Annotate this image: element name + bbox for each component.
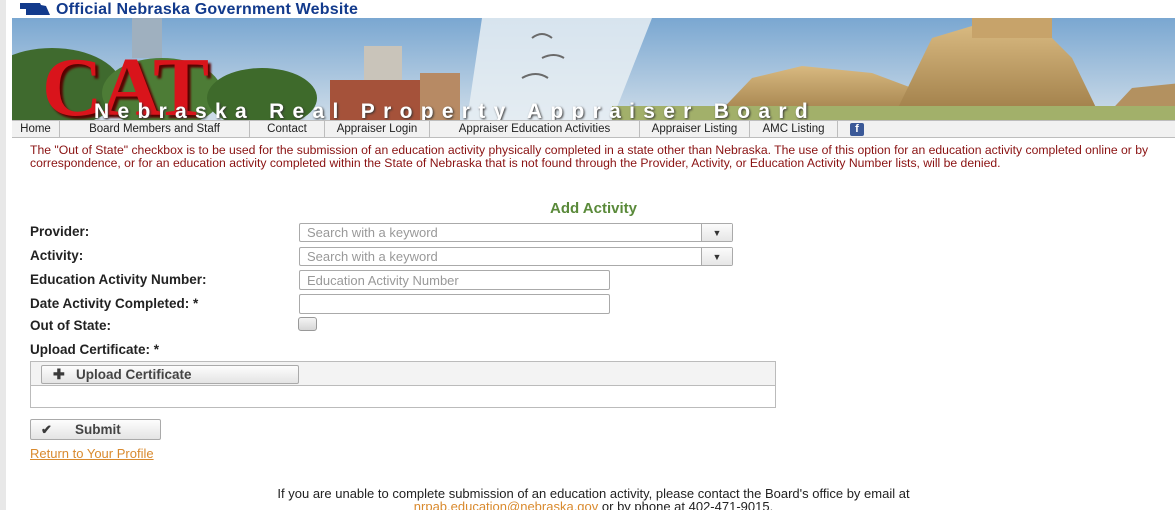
nav-amc-listing[interactable]: AMC Listing bbox=[750, 121, 838, 138]
activity-placeholder: Search with a keyword bbox=[307, 249, 438, 264]
activity-number-placeholder: Education Activity Number bbox=[307, 273, 459, 288]
chevron-down-icon[interactable]: ▼ bbox=[701, 248, 732, 265]
official-government-label: Official Nebraska Government Website bbox=[56, 1, 359, 18]
provider-select[interactable]: Search with a keyword ▼ bbox=[299, 223, 733, 242]
submit-button[interactable]: ✔ Submit bbox=[30, 419, 161, 440]
checkmark-icon: ✔ bbox=[41, 422, 52, 437]
form-title: Add Activity bbox=[550, 200, 637, 217]
provider-placeholder: Search with a keyword bbox=[307, 225, 438, 240]
return-to-profile-link[interactable]: Return to Your Profile bbox=[30, 446, 154, 461]
upload-button-label: Upload Certificate bbox=[76, 367, 192, 382]
nav-home[interactable]: Home bbox=[12, 121, 60, 138]
board-email-link[interactable]: nrpab.education@nebraska.gov bbox=[414, 499, 599, 510]
out-of-state-notice: The "Out of State" checkbox is to be use… bbox=[30, 143, 1149, 170]
out-of-state-label: Out of State: bbox=[30, 318, 111, 333]
upload-certificate-button[interactable]: ✚ Upload Certificate bbox=[41, 365, 299, 384]
chevron-down-icon[interactable]: ▼ bbox=[701, 224, 732, 241]
footer-phone-text: or by phone at 402-471-9015. bbox=[598, 499, 774, 510]
nav-education-activities[interactable]: Appraiser Education Activities bbox=[430, 121, 640, 138]
submit-button-label: Submit bbox=[75, 422, 121, 437]
activity-number-input[interactable]: Education Activity Number bbox=[299, 270, 610, 290]
nav-appraiser-login[interactable]: Appraiser Login bbox=[325, 121, 430, 138]
plus-icon: ✚ bbox=[53, 366, 65, 382]
nav-appraiser-listing[interactable]: Appraiser Listing bbox=[640, 121, 750, 138]
contact-footer: If you are unable to complete submission… bbox=[6, 487, 1175, 510]
upload-area: ✚ Upload Certificate bbox=[30, 361, 776, 408]
main-navigation: Home Board Members and Staff Contact App… bbox=[12, 120, 1175, 138]
date-completed-input[interactable] bbox=[299, 294, 610, 314]
board-title: Nebraska Real Property Appraiser Board bbox=[94, 100, 816, 120]
upload-toolbar: ✚ Upload Certificate bbox=[31, 362, 775, 386]
activity-label: Activity: bbox=[30, 248, 84, 263]
nav-contact[interactable]: Contact bbox=[250, 121, 325, 138]
facebook-icon[interactable]: f bbox=[850, 123, 864, 136]
nav-board-members[interactable]: Board Members and Staff bbox=[60, 121, 250, 138]
upload-certificate-label: Upload Certificate: * bbox=[30, 342, 160, 357]
date-completed-label: Date Activity Completed: * bbox=[30, 296, 199, 311]
page: Official Nebraska Government Website CAT… bbox=[0, 0, 1175, 510]
out-of-state-checkbox[interactable] bbox=[298, 317, 317, 331]
activity-select[interactable]: Search with a keyword ▼ bbox=[299, 247, 733, 266]
activity-number-label: Education Activity Number: bbox=[30, 272, 207, 287]
provider-label: Provider: bbox=[30, 224, 90, 239]
footer-line-2: nrpab.education@nebraska.gov or by phone… bbox=[6, 500, 1175, 510]
government-bar: Official Nebraska Government Website bbox=[12, 0, 1175, 18]
site-banner: CAT Nebraska Real Property Appraiser Boa… bbox=[12, 18, 1175, 120]
nebraska-state-icon bbox=[20, 3, 50, 15]
